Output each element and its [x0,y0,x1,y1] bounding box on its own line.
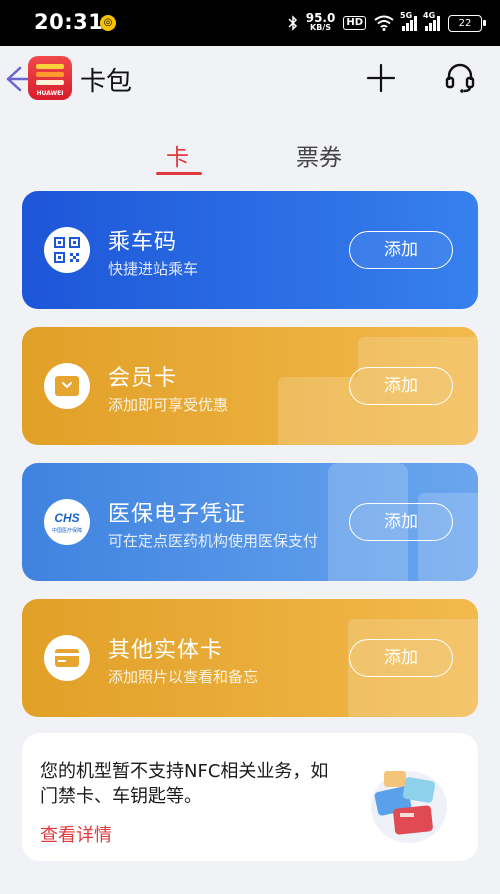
signal-5g-icon: 5G [400,11,417,31]
page-title: 卡包 [80,67,133,97]
card-subtitle: 添加照片以查看和备忘 [108,668,259,686]
other-card-card[interactable]: 其他实体卡 添加照片以查看和备忘 添加 [22,599,478,717]
nfc-notice-message: 您的机型暂不支持NFC相关业务，如门禁卡、车钥匙等。 [40,761,329,807]
status-icons: 95.0 KB/S HD 5G 4G 22 [288,0,486,46]
status-time: 20:31 [34,10,104,34]
nfc-cards-illustration [371,771,447,843]
medical-insurance-card[interactable]: CHS 中国医疗保障 医保电子凭证 可在定点医药机构使用医保支付 添加 [22,463,478,581]
battery-icon: 22 [448,14,486,32]
network-speed: 95.0 KB/S [305,11,336,32]
back-arrow-icon[interactable] [4,64,30,94]
wallet-app-logo: HUAWEI [28,56,72,100]
bluetooth-icon [288,15,297,31]
card-title: 会员卡 [108,366,178,391]
wifi-icon [374,15,394,31]
card-subtitle: 快捷进站乘车 [108,260,199,278]
member-card-icon [44,363,90,409]
add-medical-insurance-button[interactable]: 添加 [349,503,453,541]
card-subtitle: 可在定点医药机构使用医保支付 [108,532,319,550]
add-icon[interactable] [366,63,396,93]
nfc-notice-card: 您的机型暂不支持NFC相关业务，如门禁卡、车钥匙等。 查看详情 [22,733,478,861]
view-details-link[interactable]: 查看详情 [40,821,112,847]
card-title: 其他实体卡 [108,638,224,663]
notification-icon: ◎ [100,15,116,31]
chs-logo-icon: CHS 中国医疗保障 [44,499,90,545]
hd-icon: HD [343,16,366,30]
qr-code-icon [44,227,90,273]
svg-text:CHS: CHS [54,511,79,525]
status-bar: 20:31 ◎ 95.0 KB/S HD 5G 4G 22 [0,0,500,46]
member-card-card[interactable]: 会员卡 添加即可享受优惠 添加 [22,327,478,445]
signal-4g-icon: 4G [423,11,440,31]
credit-card-icon [44,635,90,681]
card-subtitle: 添加即可享受优惠 [108,396,229,414]
add-other-card-button[interactable]: 添加 [349,639,453,677]
tab-tickets[interactable]: 票券 [296,138,342,172]
svg-text:中国医疗保障: 中国医疗保障 [52,527,82,534]
tab-cards[interactable]: 卡 [166,138,189,172]
add-member-card-button[interactable]: 添加 [349,367,453,405]
transit-code-card[interactable]: 乘车码 快捷进站乘车 添加 [22,191,478,309]
customer-service-icon[interactable] [444,62,476,94]
card-title: 乘车码 [108,230,178,255]
active-tab-indicator [156,172,202,175]
card-title: 医保电子凭证 [108,502,247,527]
add-transit-code-button[interactable]: 添加 [349,231,453,269]
